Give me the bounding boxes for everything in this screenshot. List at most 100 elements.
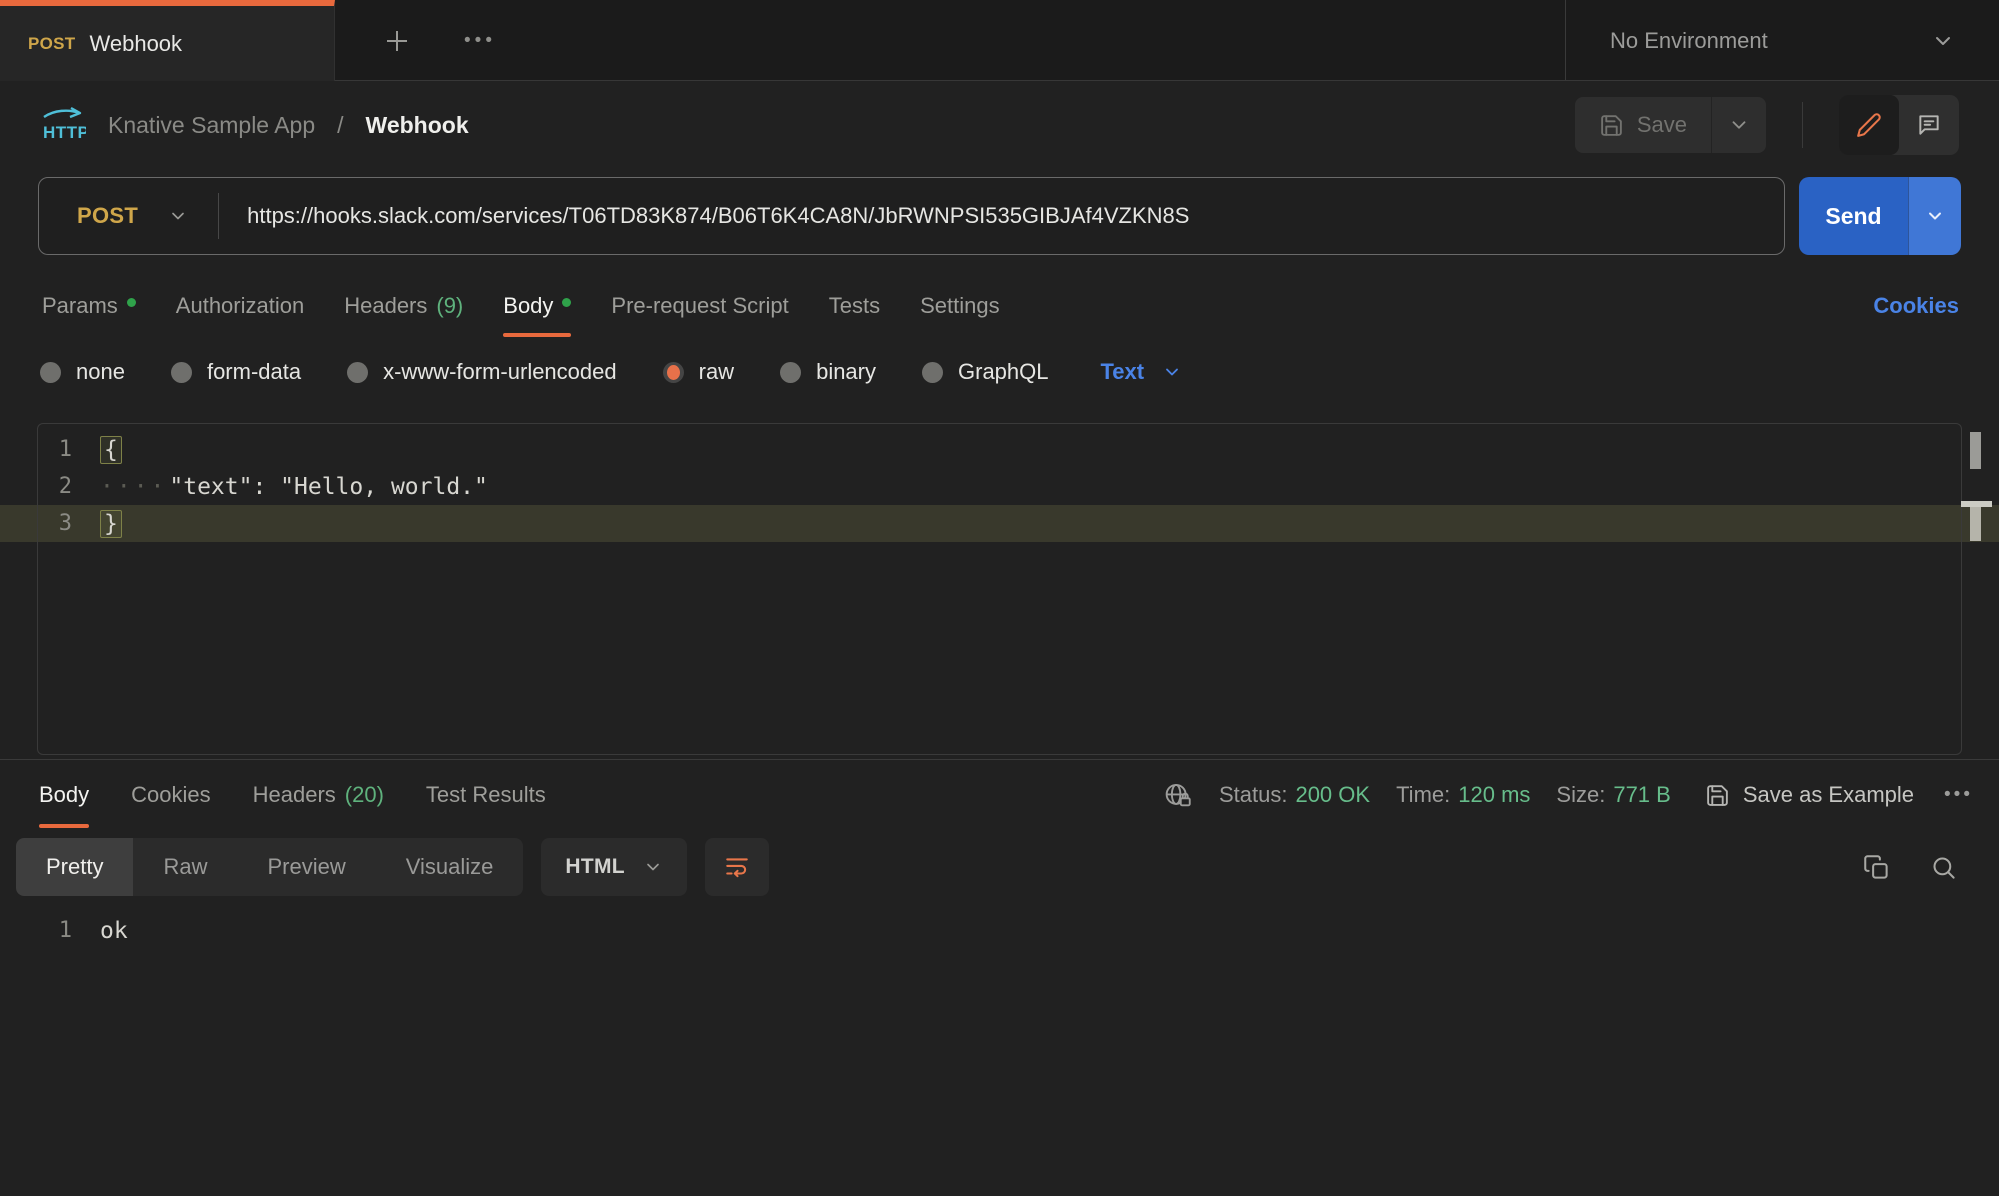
- radio-graphql[interactable]: GraphQL: [922, 359, 1049, 385]
- radio-form-data-label: form-data: [207, 359, 301, 385]
- save-button[interactable]: Save: [1575, 97, 1711, 153]
- chevron-down-icon: [1728, 114, 1750, 136]
- time-pair: Time: 120 ms: [1396, 782, 1530, 808]
- search-button[interactable]: [1930, 854, 1957, 881]
- tab-params[interactable]: Params: [22, 269, 156, 343]
- side-tools: [1839, 95, 1959, 155]
- response-tab-body-label: Body: [39, 782, 89, 808]
- send-button-label: Send: [1825, 203, 1881, 230]
- response-tab-body[interactable]: Body: [18, 760, 110, 830]
- code-lines: 1 { 2 ····"text": "Hello, world." 3 }: [0, 423, 1999, 542]
- request-tab[interactable]: POST Webhook: [0, 0, 335, 81]
- tab-options-button[interactable]: •••: [445, 0, 515, 81]
- send-options-button[interactable]: [1908, 177, 1961, 255]
- radio-circle: [171, 362, 192, 383]
- response-header: Body Cookies Headers (20) Test Results S…: [0, 760, 1999, 830]
- editor-scrollbar-thumb[interactable]: [1970, 432, 1981, 469]
- raw-language-select[interactable]: Text: [1101, 359, 1183, 385]
- save-as-example-button[interactable]: Save as Example: [1705, 782, 1914, 808]
- cookies-link[interactable]: Cookies: [1855, 269, 1977, 343]
- radio-form-data[interactable]: form-data: [171, 359, 301, 385]
- wrap-lines-button[interactable]: [705, 838, 769, 896]
- radio-binary-label: binary: [816, 359, 876, 385]
- environment-label: No Environment: [1610, 28, 1768, 54]
- body-dot: [562, 298, 571, 307]
- svg-text:HTTP: HTTP: [43, 123, 86, 142]
- tab-headers[interactable]: Headers (9): [324, 269, 483, 343]
- response-meta: Status: 200 OK Time: 120 ms Size: 771 B …: [1163, 760, 1981, 830]
- url-bar-row: POST https://hooks.slack.com/services/T0…: [38, 177, 1961, 255]
- chevron-down-icon: [1925, 206, 1945, 226]
- method-select[interactable]: POST: [39, 203, 218, 229]
- line-number: 1: [38, 437, 72, 462]
- response-format-select[interactable]: HTML: [541, 838, 687, 896]
- send-button[interactable]: Send: [1799, 177, 1908, 255]
- comments-button[interactable]: [1899, 95, 1959, 155]
- response-tab-test-results[interactable]: Test Results: [405, 760, 567, 830]
- tab-headers-label: Headers: [344, 293, 427, 319]
- tab-body[interactable]: Body: [483, 269, 591, 343]
- radio-circle: [922, 362, 943, 383]
- response-options-button[interactable]: •••: [1944, 784, 1973, 806]
- url-input[interactable]: https://hooks.slack.com/services/T06TD83…: [219, 203, 1189, 229]
- tab-prerequest-script[interactable]: Pre-request Script: [591, 269, 808, 343]
- method-label: POST: [77, 203, 138, 229]
- view-preview[interactable]: Preview: [237, 838, 375, 896]
- tab-tests-label: Tests: [829, 293, 880, 319]
- copy-button[interactable]: [1863, 854, 1890, 881]
- breadcrumb-collection[interactable]: Knative Sample App: [108, 112, 315, 139]
- status-value[interactable]: 200 OK: [1295, 782, 1370, 808]
- radio-circle: [347, 362, 368, 383]
- view-raw-label: Raw: [163, 854, 207, 880]
- size-value[interactable]: 771 B: [1613, 782, 1671, 808]
- tab-params-label: Params: [42, 293, 118, 319]
- radio-binary[interactable]: binary: [780, 359, 876, 385]
- view-visualize-label: Visualize: [406, 854, 494, 880]
- headers-count: (9): [436, 293, 463, 319]
- save-button-label: Save: [1637, 112, 1687, 138]
- radio-raw[interactable]: raw: [663, 359, 734, 385]
- view-pretty[interactable]: Pretty: [16, 838, 133, 896]
- tab-authorization[interactable]: Authorization: [156, 269, 324, 343]
- view-pretty-label: Pretty: [46, 854, 103, 880]
- search-icon: [1930, 854, 1957, 881]
- response-body-viewer[interactable]: 1 ok: [0, 912, 1999, 949]
- view-visualize[interactable]: Visualize: [376, 838, 524, 896]
- request-body-editor[interactable]: 1 { 2 ····"text": "Hello, world." 3 }: [0, 423, 1999, 755]
- response-text: ok: [100, 918, 128, 944]
- save-options-button[interactable]: [1711, 97, 1766, 153]
- response-tools: [1863, 854, 1983, 881]
- new-tab-button[interactable]: [367, 0, 427, 81]
- chevron-down-icon: [1931, 29, 1955, 53]
- radio-none[interactable]: none: [40, 359, 125, 385]
- code-line-2: 2 ····"text": "Hello, world.": [0, 468, 1999, 505]
- more-icon: •••: [464, 30, 496, 52]
- tab-settings[interactable]: Settings: [900, 269, 1020, 343]
- response-tab-cookies-label: Cookies: [131, 782, 210, 808]
- view-raw[interactable]: Raw: [133, 838, 237, 896]
- response-tab-cookies[interactable]: Cookies: [110, 760, 231, 830]
- bracket-highlight: {: [100, 436, 122, 464]
- radio-urlencoded-label: x-www-form-urlencoded: [383, 359, 617, 385]
- environment-selector[interactable]: No Environment: [1565, 0, 1999, 81]
- time-label: Time:: [1396, 782, 1450, 808]
- params-dot: [127, 298, 136, 307]
- status-pair: Status: 200 OK: [1219, 782, 1370, 808]
- tab-tests[interactable]: Tests: [809, 269, 900, 343]
- code-text: }: [100, 511, 122, 537]
- url-input-container: POST https://hooks.slack.com/services/T0…: [38, 177, 1785, 255]
- save-button-group: Save: [1575, 97, 1766, 153]
- tab-prerequest-label: Pre-request Script: [611, 293, 788, 319]
- response-format-label: HTML: [565, 855, 625, 879]
- radio-circle: [780, 362, 801, 383]
- radio-x-www-form-urlencoded[interactable]: x-www-form-urlencoded: [347, 359, 617, 385]
- time-value[interactable]: 120 ms: [1458, 782, 1530, 808]
- response-tab-headers[interactable]: Headers (20): [232, 760, 405, 830]
- size-pair: Size: 771 B: [1556, 782, 1670, 808]
- request-header-row: HTTP Knative Sample App / Webhook Save: [0, 81, 1999, 169]
- more-icon: •••: [1944, 784, 1973, 805]
- edit-request-button[interactable]: [1839, 95, 1899, 155]
- response-toolbar: Pretty Raw Preview Visualize HTML: [0, 838, 1999, 896]
- http-method-icon: HTTP: [40, 106, 86, 144]
- breadcrumb-request-name[interactable]: Webhook: [366, 112, 469, 139]
